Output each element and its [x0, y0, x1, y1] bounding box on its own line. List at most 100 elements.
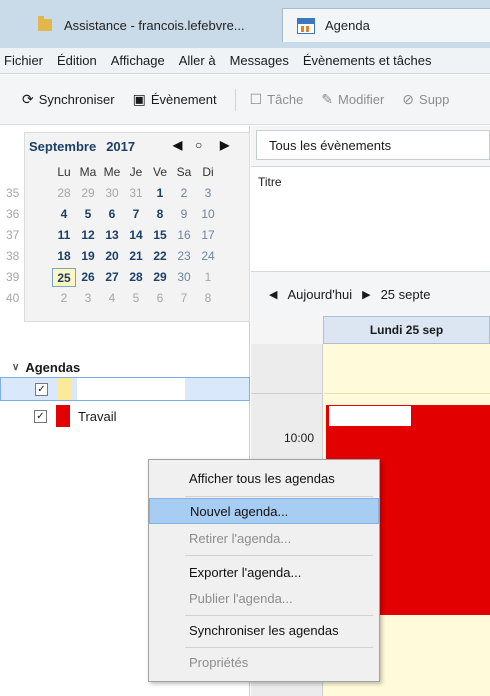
weekday-header: Je — [129, 165, 143, 179]
modify-button[interactable]: ✎ Modifier — [321, 91, 384, 108]
menu-item-publish-agenda[interactable]: Publier l'agenda... — [149, 586, 379, 612]
tab-agenda[interactable]: Agenda — [282, 8, 490, 42]
sync-button[interactable]: ⟳ Synchroniser — [22, 91, 115, 108]
menu-item-remove-agenda[interactable]: Retirer l'agenda... — [149, 526, 379, 552]
agenda-color-swatch — [56, 405, 70, 427]
menu-item-sync-agendas[interactable]: Synchroniser les agendas — [149, 618, 379, 644]
pencil-icon: ✎ — [321, 91, 334, 107]
mini-calendar-day[interactable]: 2 — [52, 289, 76, 308]
menu-item-properties[interactable]: Propriétés — [149, 650, 379, 676]
mini-calendar-day[interactable]: 3 — [196, 184, 220, 203]
mini-calendar-day[interactable]: 13 — [100, 226, 124, 245]
next-day-icon[interactable]: ▶ — [362, 288, 370, 301]
mini-calendar-day[interactable]: 4 — [52, 205, 76, 224]
tab-mail[interactable]: Assistance - francois.lefebvre... — [24, 8, 276, 42]
mini-calendar-day[interactable]: 2 — [172, 184, 196, 203]
mini-calendar-day[interactable]: 22 — [148, 247, 172, 266]
task-icon: ☐ — [249, 91, 263, 107]
menu-aller-a[interactable]: Aller à — [179, 53, 216, 68]
event-filter[interactable]: Tous les évènements — [256, 130, 490, 160]
mini-calendar-day[interactable]: 27 — [100, 268, 124, 287]
menu-evenements-taches[interactable]: Évènements et tâches — [303, 53, 432, 68]
mini-calendar-day[interactable]: 28 — [52, 184, 76, 203]
new-event-icon: ▣ — [132, 91, 146, 107]
mini-calendar-day[interactable]: 17 — [196, 226, 220, 245]
mini-calendar-day[interactable]: 25 — [52, 268, 76, 287]
new-task-button[interactable]: ☐ Tâche — [250, 91, 304, 108]
mini-calendar-day[interactable]: 26 — [76, 268, 100, 287]
mini-calendar-day[interactable]: 11 — [52, 226, 76, 245]
menu-affichage[interactable]: Affichage — [111, 53, 165, 68]
mini-calendar-day[interactable]: 7 — [124, 205, 148, 224]
menu-item-new-agenda[interactable]: Nouvel agenda... — [149, 498, 379, 524]
agenda-item-selected[interactable]: ✓ — [0, 377, 250, 401]
event-list[interactable]: Titre — [251, 166, 490, 272]
sync-icon: ⟳ — [22, 91, 34, 107]
mini-calendar-day[interactable]: 12 — [76, 226, 100, 245]
mini-calendar-day[interactable]: 8 — [148, 205, 172, 224]
mini-calendar-day[interactable]: 7 — [172, 289, 196, 308]
current-date-range: 25 septe — [380, 286, 431, 302]
task-label: Tâche — [267, 92, 304, 107]
mini-calendar-day[interactable]: 16 — [172, 226, 196, 245]
menu-edition[interactable]: Édition — [57, 53, 97, 68]
mini-calendar-day[interactable]: 1 — [196, 268, 220, 287]
mini-calendar-day[interactable]: 3 — [76, 289, 100, 308]
mini-calendar-day[interactable]: 29 — [76, 184, 100, 203]
new-event-button[interactable]: ▣ Évènement — [133, 91, 217, 108]
agenda-checkbox[interactable]: ✓ — [35, 383, 48, 396]
mini-calendar-day[interactable]: 4 — [100, 289, 124, 308]
mini-calendar-day[interactable]: 9 — [172, 205, 196, 224]
agendas-title: Agendas — [25, 360, 81, 375]
mini-calendar-day[interactable]: 5 — [76, 205, 100, 224]
week-number: 40 — [6, 291, 20, 305]
week-number: 35 — [6, 186, 20, 200]
mini-calendar-day[interactable]: 10 — [196, 205, 220, 224]
chevron-down-icon: ∨ — [12, 362, 20, 373]
mini-calendar-day[interactable]: 31 — [124, 184, 148, 203]
tab-agenda-label: Agenda — [325, 18, 370, 33]
menu-fichier[interactable]: Fichier — [4, 53, 43, 68]
mini-calendar-day[interactable]: 8 — [196, 289, 220, 308]
mini-calendar-day[interactable]: 6 — [148, 289, 172, 308]
mini-calendar-year[interactable]: 2017 — [106, 139, 135, 154]
today-circle-icon[interactable]: ○ — [195, 138, 202, 152]
weekday-header: Ve — [152, 165, 167, 179]
agenda-color-swatch — [57, 378, 71, 400]
next-month-icon[interactable]: ▶ — [220, 138, 229, 152]
mini-calendar-day[interactable]: 14 — [124, 226, 148, 245]
mini-calendar-day[interactable]: 15 — [148, 226, 172, 245]
toolbar-separator — [234, 88, 236, 111]
mini-calendar-day[interactable]: 5 — [124, 289, 148, 308]
mini-calendar-day[interactable]: 18 — [52, 247, 76, 266]
mini-calendar-day[interactable]: 30 — [172, 268, 196, 287]
mini-calendar-day[interactable]: 20 — [100, 247, 124, 266]
agenda-checkbox[interactable]: ✓ — [34, 410, 47, 423]
mini-calendar-day[interactable]: 21 — [124, 247, 148, 266]
mini-calendar-day[interactable]: 6 — [100, 205, 124, 224]
prev-month-icon[interactable]: ◀ — [173, 138, 182, 152]
mini-calendar-day[interactable]: 28 — [124, 268, 148, 287]
day-header[interactable]: Lundi 25 sep — [323, 316, 490, 344]
column-header-title[interactable]: Titre — [258, 175, 282, 189]
menu-messages[interactable]: Messages — [230, 53, 289, 68]
mini-calendar-day[interactable]: 19 — [76, 247, 100, 266]
mini-calendar-day[interactable]: 30 — [100, 184, 124, 203]
menu-item-export-agenda[interactable]: Exporter l'agenda... — [149, 560, 379, 586]
menu-separator — [185, 496, 373, 497]
week-number: 39 — [6, 270, 20, 284]
event-filter-label: Tous les évènements — [269, 137, 392, 153]
mini-calendar-month[interactable]: Septembre — [29, 139, 96, 154]
delete-button[interactable]: ⊘ Supp — [402, 91, 449, 108]
weekday-header: Ma — [79, 165, 97, 179]
agendas-heading[interactable]: ∨ Agendas — [12, 360, 80, 375]
today-button[interactable]: Aujourd'hui — [287, 287, 352, 302]
mini-calendar-day[interactable]: 24 — [196, 247, 220, 266]
prev-day-icon[interactable]: ◀ — [269, 288, 277, 301]
mini-calendar-day[interactable]: 23 — [172, 247, 196, 266]
agenda-item-travail[interactable]: ✓ Travail — [0, 405, 250, 429]
mini-calendar-day[interactable]: 29 — [148, 268, 172, 287]
week-number: 37 — [6, 228, 20, 242]
menu-item-show-all[interactable]: Afficher tous les agendas — [149, 466, 379, 492]
mini-calendar-day[interactable]: 1 — [148, 184, 172, 203]
